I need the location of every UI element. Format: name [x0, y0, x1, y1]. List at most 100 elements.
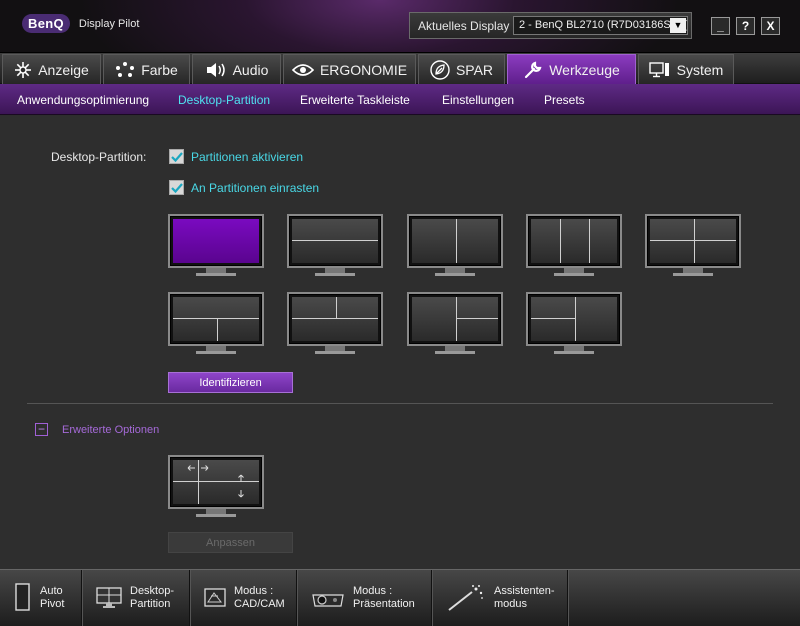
subtab-erweiterte-taskleiste[interactable]: Erweiterte Taskleiste	[300, 93, 410, 107]
desktop-partition-panel: Desktop-Partition: Partitionen aktiviere…	[0, 116, 800, 569]
identify-button[interactable]: Identifizieren	[168, 372, 293, 393]
snap-to-partitions-label: An Partitionen einrasten	[191, 180, 320, 195]
monitor-frame	[526, 214, 622, 268]
tab-ergonomie-label: ERGONOMIE	[319, 61, 408, 78]
monitor-screen	[292, 219, 378, 263]
monitor-base	[196, 514, 236, 517]
layout-four-quadrants[interactable]	[645, 214, 741, 278]
snap-to-partitions-checkbox[interactable]: An Partitionen einrasten	[169, 180, 319, 195]
subtab-anwendungsoptimierung[interactable]: Anwendungsoptimierung	[17, 93, 149, 107]
tab-audio-label: Audio	[232, 61, 269, 78]
monitor-base	[554, 273, 594, 276]
system-monitor-icon	[648, 61, 669, 77]
color-dots-icon	[116, 61, 135, 77]
tab-werkzeuge[interactable]: Werkzeuge	[507, 54, 636, 84]
main-tab-bar: Anzeige Farbe Audio ERGONOMIE SPAR Werkz…	[0, 53, 800, 84]
display-select[interactable]: 2 - BenQ BL2710 (R7D03186SL0 ) ▼	[513, 16, 688, 35]
tab-audio[interactable]: Audio	[192, 54, 281, 84]
desktop-partition-line1: Desktop-	[130, 585, 175, 597]
monitor-base	[315, 273, 355, 276]
monitor-base	[554, 351, 594, 354]
advanced-options-toggle[interactable]: − Erweiterte Optionen	[35, 423, 159, 436]
close-button[interactable]: X	[761, 17, 780, 35]
monitor-screen	[292, 297, 378, 341]
layout-top-split-bottom-full[interactable]	[287, 292, 383, 356]
help-button[interactable]: ?	[736, 17, 755, 35]
collapse-icon[interactable]: −	[35, 423, 48, 436]
monitor-frame	[168, 455, 264, 509]
monitor-base	[196, 273, 236, 276]
tab-farbe[interactable]: Farbe	[103, 54, 190, 84]
monitor-screen	[650, 219, 736, 263]
desktop-partition-line2: Partition	[130, 598, 171, 610]
assistant-mode-button[interactable]: Assistenten- modus	[432, 570, 568, 626]
sub-tab-bar: Anwendungsoptimierung Desktop-Partition …	[0, 84, 800, 115]
monitor-frame	[287, 214, 383, 268]
layout-two-columns[interactable]	[407, 214, 503, 278]
auto-pivot-line1: Auto	[40, 585, 63, 597]
checkbox-box[interactable]	[169, 180, 184, 195]
eye-icon	[291, 63, 314, 76]
layout-left-split-right-full[interactable]	[526, 292, 622, 356]
tab-ergonomie[interactable]: ERGONOMIE	[283, 54, 416, 84]
subtab-desktop-partition[interactable]: Desktop-Partition	[178, 93, 270, 107]
display-select-value: 2 - BenQ BL2710 (R7D03186SL0 )	[519, 19, 688, 31]
desktop-partition-label: Desktop-Partition:	[51, 150, 147, 164]
tab-system[interactable]: System	[638, 54, 734, 84]
monitor-screen	[531, 219, 617, 263]
monitor-frame	[407, 292, 503, 346]
checkbox-box[interactable]	[169, 149, 184, 164]
monitor-base	[196, 351, 236, 354]
cad-cam-icon	[204, 588, 226, 607]
layout-three-columns[interactable]	[526, 214, 622, 278]
checkmark-icon	[170, 182, 183, 193]
speaker-icon	[206, 62, 225, 77]
presentation-line1: Modus :	[353, 585, 393, 597]
assistant-line1: Assistenten-	[494, 585, 555, 597]
cad-cam-mode-button[interactable]: Modus : CAD/CAM	[190, 570, 297, 626]
monitor-screen	[531, 297, 617, 341]
layout-top-full-bottom-split[interactable]	[168, 292, 264, 356]
activate-partitions-label: Partitionen aktivieren	[191, 149, 304, 164]
auto-pivot-button[interactable]: Auto Pivot	[0, 570, 82, 626]
monitor-frame	[168, 214, 264, 268]
monitor-screen	[412, 219, 498, 263]
custom-layout-preview[interactable]	[168, 455, 264, 519]
monitor-frame	[168, 292, 264, 346]
tab-spar[interactable]: SPAR	[418, 54, 505, 84]
brightness-icon	[15, 61, 32, 78]
subtab-einstellungen[interactable]: Einstellungen	[442, 93, 514, 107]
tab-werkzeuge-label: Werkzeuge	[549, 61, 620, 78]
tab-farbe-label: Farbe	[141, 61, 178, 78]
window-controls: _ ? X	[711, 17, 780, 35]
tab-anzeige[interactable]: Anzeige	[2, 54, 101, 84]
advanced-options-label: Erweiterte Optionen	[62, 423, 160, 436]
monitor-screen	[173, 297, 259, 341]
app-title: Display Pilot	[78, 17, 140, 30]
monitor-base	[435, 351, 475, 354]
cad-cam-line2: CAD/CAM	[234, 598, 285, 610]
presentation-mode-button[interactable]: Modus : Präsentation	[297, 570, 432, 626]
current-display-label: Aktuelles Display	[418, 18, 510, 33]
layout-left-full-right-split[interactable]	[407, 292, 503, 356]
monitor-screen	[173, 219, 259, 263]
tab-system-label: System	[676, 61, 724, 78]
activate-partitions-checkbox[interactable]: Partitionen aktivieren	[169, 149, 303, 164]
monitor-frame	[645, 214, 741, 268]
pivot-icon	[15, 583, 30, 611]
app-logo: BenQ Display Pilot	[22, 14, 139, 33]
subtab-presets[interactable]: Presets	[544, 93, 585, 107]
adjust-button[interactable]: Anpassen	[168, 532, 293, 553]
wrench-icon	[525, 61, 542, 78]
chevron-down-icon[interactable]: ▼	[670, 18, 686, 33]
monitor-screen	[173, 460, 259, 504]
minimize-button[interactable]: _	[711, 17, 730, 35]
monitor-base	[315, 351, 355, 354]
monitor-base	[435, 273, 475, 276]
desktop-partition-quick-button[interactable]: Desktop- Partition	[82, 570, 190, 626]
assistant-line2: modus	[494, 598, 528, 610]
projector-icon	[312, 594, 344, 607]
layout-full-screen[interactable]	[168, 214, 264, 278]
layout-two-rows[interactable]	[287, 214, 383, 278]
benq-logo: BenQ	[22, 14, 70, 33]
